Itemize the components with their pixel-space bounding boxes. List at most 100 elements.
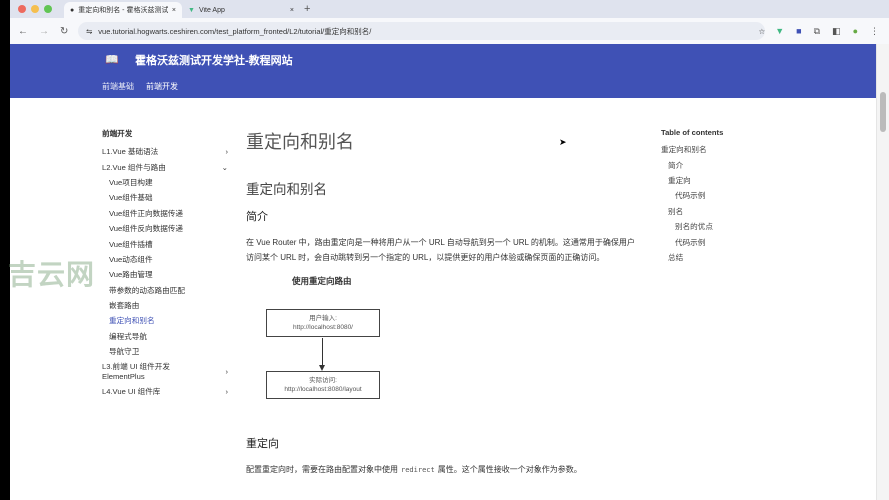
sidebar-item-label: Vue组件反向数据传递 bbox=[109, 224, 183, 234]
tab-bar: ● 重定向和别名 - 霍格沃兹测试开发学社 × ▼ Vite App × + bbox=[10, 0, 889, 18]
profile-avatar[interactable]: ● bbox=[853, 26, 858, 36]
sidebar-item[interactable]: 重定向和别名 bbox=[102, 313, 228, 328]
forward-icon[interactable]: → bbox=[39, 26, 49, 37]
favicon-icon: ● bbox=[70, 6, 75, 14]
close-tab-icon[interactable]: × bbox=[172, 7, 176, 14]
sidebar-item[interactable]: Vue组件插槽 bbox=[102, 236, 228, 251]
sidebar-item[interactable]: Vue组件基础 bbox=[102, 190, 228, 205]
address-bar-row: ← → ↻ ⇋ vue.tutorial.hogwarts.ceshiren.c… bbox=[10, 18, 889, 44]
browser-tab-active[interactable]: ● 重定向和别名 - 霍格沃兹测试开发学社 × bbox=[64, 2, 182, 18]
toc-heading: Table of contents bbox=[661, 128, 724, 137]
sidebar-item-label: 带参数的动态路由匹配 bbox=[109, 285, 185, 295]
sidebar-heading: 前端开发 bbox=[102, 129, 133, 138]
close-tab-icon[interactable]: × bbox=[290, 7, 294, 14]
intro-paragraph: 在 Vue Router 中，路由重定向是一种将用户从一个 URL 自动导航到另… bbox=[246, 238, 635, 262]
mouse-cursor-icon: ➤ bbox=[559, 137, 567, 147]
sidebar-item-label: 导航守卫 bbox=[109, 347, 140, 357]
vue-favicon-icon: ▼ bbox=[188, 6, 195, 14]
section-heading: 重定向和别名 bbox=[246, 182, 327, 197]
sidebar-item[interactable]: L4.Vue UI 组件库 › bbox=[102, 383, 228, 398]
chevron-down-icon[interactable]: ⌄ bbox=[222, 163, 228, 172]
watermark: 吉云网 bbox=[8, 259, 96, 290]
text: 属性。这个属性接收一个对象作为参数。 bbox=[437, 465, 582, 474]
toc-item[interactable]: 代码示例 bbox=[661, 234, 723, 249]
sidebar-item[interactable]: L2.Vue 组件与路由 ⌄ bbox=[102, 159, 228, 174]
url-text: vue.tutorial.hogwarts.ceshiren.com/test_… bbox=[98, 26, 372, 36]
sidebar-item-label: Vue项目构建 bbox=[109, 177, 153, 187]
toc-item[interactable]: 代码示例 bbox=[661, 188, 723, 203]
menu-icon[interactable]: ⋮ bbox=[870, 26, 879, 37]
sidebar-item[interactable]: 嵌套路由 bbox=[102, 298, 228, 313]
sidebar-item[interactable]: Vue项目构建 bbox=[102, 175, 228, 190]
sidebar-item[interactable]: 导航守卫 bbox=[102, 344, 228, 359]
extension-icon[interactable]: ■ bbox=[796, 26, 801, 36]
extensions-puzzle-icon[interactable]: ⧉ bbox=[814, 26, 820, 37]
chevron-right-icon[interactable]: › bbox=[225, 387, 228, 396]
tab-title: 重定向和别名 - 霍格沃兹测试开发学社 bbox=[78, 7, 168, 14]
site-header: 📖 霍格沃兹测试开发学社-教程网站 前端基础 前端开发 bbox=[10, 44, 876, 98]
redirect-heading: 重定向 bbox=[246, 438, 279, 450]
site-info-icon[interactable]: ⇋ bbox=[86, 27, 92, 36]
header-nav: 前端基础 前端开发 bbox=[102, 81, 178, 92]
site-title[interactable]: 霍格沃兹测试开发学社-教程网站 bbox=[135, 52, 293, 68]
sidebar-item-label: 重定向和别名 bbox=[109, 316, 155, 326]
window-controls bbox=[18, 5, 52, 13]
scrollbar[interactable] bbox=[876, 44, 889, 500]
sidebar-item[interactable]: 编程式导航 bbox=[102, 329, 228, 344]
vue-devtools-icon[interactable]: ▼ bbox=[775, 26, 784, 36]
side-panel-icon[interactable]: ◧ bbox=[832, 26, 841, 37]
toc-item[interactable]: 别名的优点 bbox=[661, 219, 723, 234]
sidebar-item[interactable]: Vue路由管理 bbox=[102, 267, 228, 282]
text: 配置重定向时，需要在路由配置对象中使用 bbox=[246, 465, 398, 474]
sidebar-item[interactable]: L1.Vue 基础语法 › bbox=[102, 144, 228, 159]
minimize-window-button[interactable] bbox=[31, 5, 39, 13]
sidebar-item-label: L2.Vue 组件与路由 bbox=[102, 162, 166, 172]
toc-item[interactable]: 重定向和别名 bbox=[661, 142, 723, 157]
reload-icon[interactable]: ↻ bbox=[60, 26, 68, 37]
sidebar-item-label: L4.Vue UI 组件库 bbox=[102, 386, 161, 396]
redirect-paragraph: 配置重定向时，需要在路由配置对象中使用 redirect 属性。这个属性接收一个对象… bbox=[246, 462, 638, 478]
table-of-contents: Table of contents 重定向和别名 简介 重定向 代码示例 别名 别名的优点… bbox=[661, 128, 723, 265]
toc-item[interactable]: 别名 bbox=[661, 204, 723, 219]
inline-code: redirect bbox=[401, 466, 435, 474]
sidebar-item-label: Vue组件基础 bbox=[109, 193, 153, 203]
browser-tab[interactable]: ▼ Vite App × bbox=[182, 2, 300, 18]
box-url: http://localhost:8080/layout bbox=[284, 386, 362, 393]
toc-item[interactable]: 总结 bbox=[661, 250, 723, 265]
redirect-diagram: 使用重定向路由 用户输入: http://localhost:8080/ 实际访… bbox=[246, 265, 638, 435]
sidebar-item-label: Vue路由管理 bbox=[109, 270, 153, 280]
sidebar-item[interactable]: L3.前端 UI 组件开发 ElementPlus › bbox=[102, 359, 228, 383]
nav-frontend-dev[interactable]: 前端开发 bbox=[146, 81, 178, 92]
sidebar-item-label: 嵌套路由 bbox=[109, 301, 140, 311]
scrollbar-thumb[interactable] bbox=[880, 92, 886, 132]
url-input[interactable]: ⇋ vue.tutorial.hogwarts.ceshiren.com/tes… bbox=[78, 22, 766, 40]
book-logo-icon[interactable]: 📖 bbox=[105, 53, 119, 66]
chevron-right-icon[interactable]: › bbox=[225, 367, 228, 376]
box-label: 用户输入: bbox=[309, 315, 337, 322]
box-url: http://localhost:8080/ bbox=[293, 324, 353, 331]
diagram-box-actual: 实际访问: http://localhost:8080/layout bbox=[266, 371, 380, 399]
sidebar-item-label: 编程式导航 bbox=[109, 331, 147, 341]
toc-item[interactable]: 简介 bbox=[661, 157, 723, 172]
tab-title: Vite App bbox=[198, 6, 225, 14]
sidebar-item[interactable]: Vue动态组件 bbox=[102, 252, 228, 267]
sidebar-item-label: Vue组件正向数据传递 bbox=[109, 208, 183, 218]
back-icon[interactable]: ← bbox=[18, 26, 28, 37]
box-label: 实际访问: bbox=[309, 377, 337, 384]
bookmark-star-icon[interactable]: ☆ bbox=[759, 27, 766, 36]
sidebar-item-label: L1.Vue 基础语法 bbox=[102, 147, 159, 157]
diagram-title: 使用重定向路由 bbox=[292, 276, 352, 286]
sidebar-item-label: Vue组件插槽 bbox=[109, 239, 153, 249]
chevron-right-icon[interactable]: › bbox=[225, 147, 228, 156]
sidebar-item[interactable]: 带参数的动态路由匹配 bbox=[102, 283, 228, 298]
sidebar-nav: 前端开发 L1.Vue 基础语法 › L2.Vue 组件与路由 ⌄ Vue项目构建 Vue… bbox=[102, 128, 228, 399]
diagram-box-user-input: 用户输入: http://localhost:8080/ bbox=[266, 309, 380, 337]
toc-item[interactable]: 重定向 bbox=[661, 173, 723, 188]
sidebar-item[interactable]: Vue组件反向数据传递 bbox=[102, 221, 228, 236]
close-window-button[interactable] bbox=[18, 5, 26, 13]
nav-frontend-basics[interactable]: 前端基础 bbox=[102, 81, 134, 92]
new-tab-button[interactable]: + bbox=[304, 3, 310, 15]
sidebar-item[interactable]: Vue组件正向数据传递 bbox=[102, 206, 228, 221]
intro-heading: 简介 bbox=[246, 211, 268, 223]
maximize-window-button[interactable] bbox=[44, 5, 52, 13]
